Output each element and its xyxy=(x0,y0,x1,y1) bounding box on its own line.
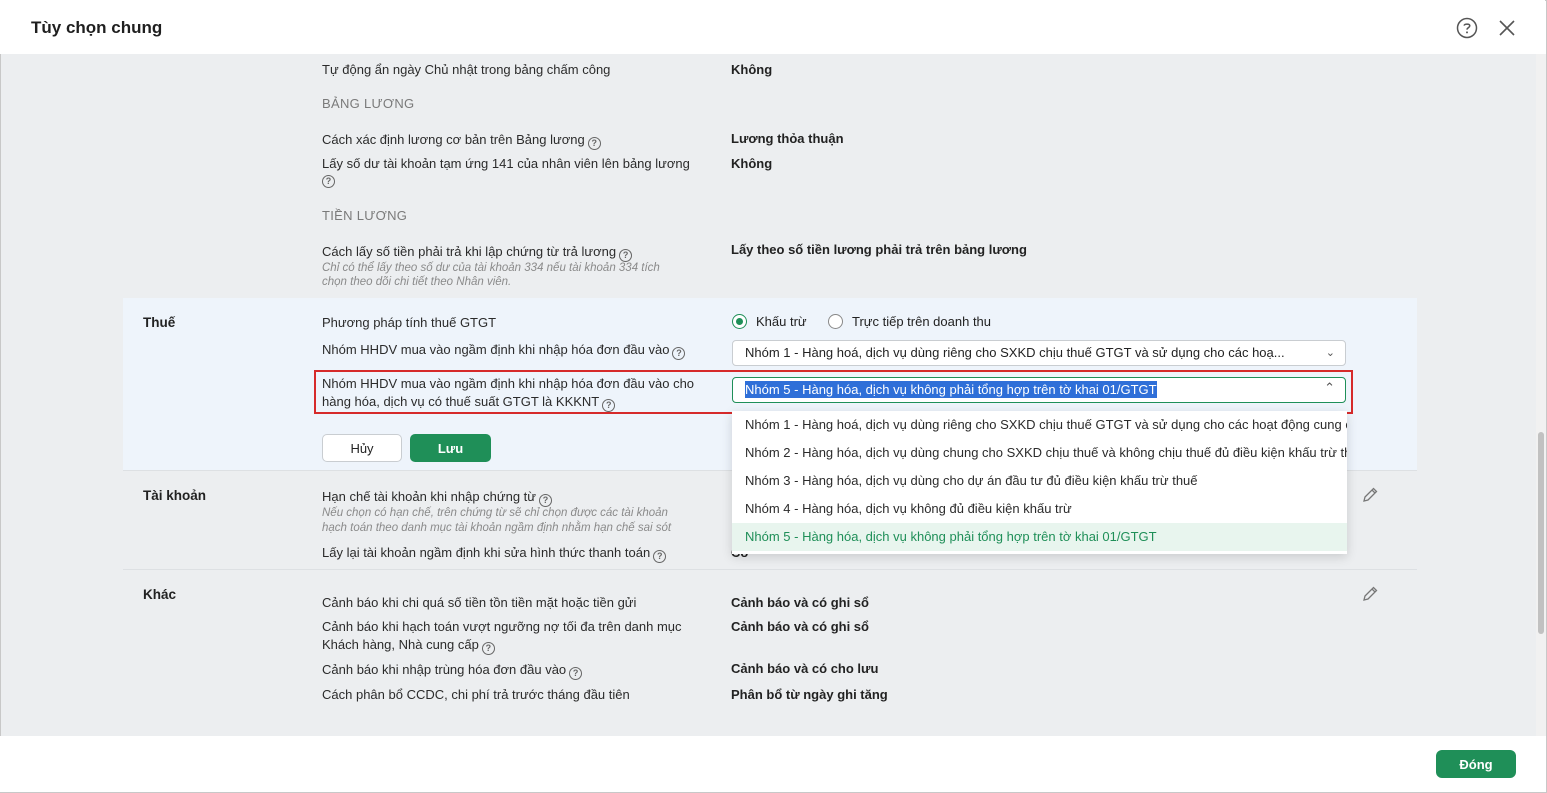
cancel-button[interactable]: Hủy xyxy=(322,434,402,462)
radio-label: Khấu trừ xyxy=(756,314,807,329)
dialog-header: Tùy chọn chung xyxy=(0,0,1545,54)
dropdown-option[interactable]: Nhóm 1 - Hàng hoá, dịch vụ dùng riêng ch… xyxy=(732,411,1347,439)
row-label: Cảnh báo khi chi quá số tiền tồn tiền mặ… xyxy=(322,595,637,610)
scrollbar[interactable] xyxy=(1536,54,1546,736)
row-value: Không xyxy=(731,62,773,77)
row-label: Hạn chế tài khoản khi nhập chứng từ? xyxy=(322,488,552,507)
pencil-icon[interactable] xyxy=(1361,585,1379,603)
question-icon[interactable]: ? xyxy=(587,137,601,150)
settings-body: Tự động ẩn ngày Chủ nhật trong bảng chấm… xyxy=(1,54,1536,736)
scrollbar-thumb[interactable] xyxy=(1538,432,1544,634)
select-value: Nhóm 1 - Hàng hoá, dịch vụ dùng riêng ch… xyxy=(745,345,1285,360)
close-icon[interactable] xyxy=(1496,17,1518,39)
radio-label: Trực tiếp trên doanh thu xyxy=(852,314,992,329)
dropdown-option[interactable]: Nhóm 4 - Hàng hóa, dịch vụ không đủ điều… xyxy=(732,495,1347,523)
row-value: Cảnh báo và có cho lưu xyxy=(731,661,879,676)
question-icon[interactable]: ? xyxy=(569,667,583,680)
help-icon[interactable] xyxy=(1456,17,1478,39)
pencil-icon[interactable] xyxy=(1361,486,1379,504)
row-label: Nhóm HHDV mua vào ngầm định khi nhập hóa… xyxy=(322,341,686,360)
group-label-bang-luong: BẢNG LƯƠNG xyxy=(322,96,415,111)
group-label-tien-luong: TIỀN LƯƠNG xyxy=(322,208,408,223)
row-label: Cách xác định lương cơ bản trên Bảng lươ… xyxy=(322,131,601,150)
row-label: Tự động ẩn ngày Chủ nhật trong bảng chấm… xyxy=(322,62,611,77)
kkknt-dropdown-list: Nhóm 1 - Hàng hoá, dịch vụ dùng riêng ch… xyxy=(732,411,1347,554)
row-value: Không xyxy=(731,156,773,171)
row-note: hạch toán theo danh mục tài khoản ngầm đ… xyxy=(322,522,672,534)
row-label: Lấy số dư tài khoản tạm ứng 141 của nhân… xyxy=(322,156,690,171)
row-label: Phương pháp tính thuế GTGT xyxy=(322,315,497,330)
row-label: Cách lấy số tiền phải trả khi lập chứng … xyxy=(322,243,633,262)
section-divider xyxy=(123,569,1417,570)
row-label: Khách hàng, Nhà cung cấp? xyxy=(322,636,495,655)
highlight-box xyxy=(314,370,1353,414)
row-value: Phân bổ từ ngày ghi tăng xyxy=(731,687,888,702)
question-icon[interactable]: ? xyxy=(672,347,686,360)
question-icon[interactable]: ? xyxy=(322,175,335,188)
row-label: Cảnh báo khi nhập trùng hóa đơn đầu vào? xyxy=(322,661,583,680)
row-label: Lấy lại tài khoản ngầm định khi sửa hình… xyxy=(322,544,667,563)
question-icon[interactable]: ? xyxy=(653,550,667,563)
dialog-footer: Đóng xyxy=(0,736,1545,792)
row-note: chọn theo dõi chi tiết theo Nhân viên. xyxy=(322,276,512,288)
chevron-down-icon: ⌄ xyxy=(1325,347,1335,359)
section-title-tai-khoan: Tài khoản xyxy=(143,488,207,503)
row-value: Lương thỏa thuận xyxy=(731,131,844,146)
dropdown-option[interactable]: Nhóm 3 - Hàng hóa, dịch vụ dùng cho dự á… xyxy=(732,467,1347,495)
save-button[interactable]: Lưu xyxy=(410,434,491,462)
section-title-khac: Khác xyxy=(143,587,177,602)
row-note: Nếu chọn có hạn chế, trên chứng từ sẽ ch… xyxy=(322,507,668,519)
row-note: Chỉ có thể lấy theo số dư của tài khoản … xyxy=(322,262,660,274)
row-value: Cảnh báo và có ghi sổ xyxy=(731,595,869,610)
dropdown-option[interactable]: Nhóm 2 - Hàng hóa, dịch vụ dùng chung ch… xyxy=(732,439,1347,467)
dropdown-option-selected[interactable]: Nhóm 5 - Hàng hóa, dịch vụ không phải tổ… xyxy=(732,523,1347,551)
close-dialog-button[interactable]: Đóng xyxy=(1436,750,1516,778)
radio-checked-icon xyxy=(732,314,747,329)
row-value: Lấy theo số tiền lương phải trả trên bản… xyxy=(731,242,1027,257)
section-title-thue: Thuế xyxy=(143,315,176,330)
dialog-title: Tùy chọn chung xyxy=(31,18,163,37)
radio-khau-tru[interactable]: Khấu trừ xyxy=(732,314,807,329)
row-label: Cảnh báo khi hạch toán vượt ngưỡng nợ tố… xyxy=(322,619,682,634)
radio-truc-tiep[interactable]: Trực tiếp trên doanh thu xyxy=(828,314,991,329)
row-value: Cảnh báo và có ghi sổ xyxy=(731,619,869,634)
radio-unchecked-icon xyxy=(828,314,843,329)
row-label: Cách phân bổ CCDC, chi phí trả trước thá… xyxy=(322,687,630,702)
hhdv-select[interactable]: Nhóm 1 - Hàng hoá, dịch vụ dùng riêng ch… xyxy=(732,340,1346,366)
question-icon[interactable]: ? xyxy=(481,642,495,655)
